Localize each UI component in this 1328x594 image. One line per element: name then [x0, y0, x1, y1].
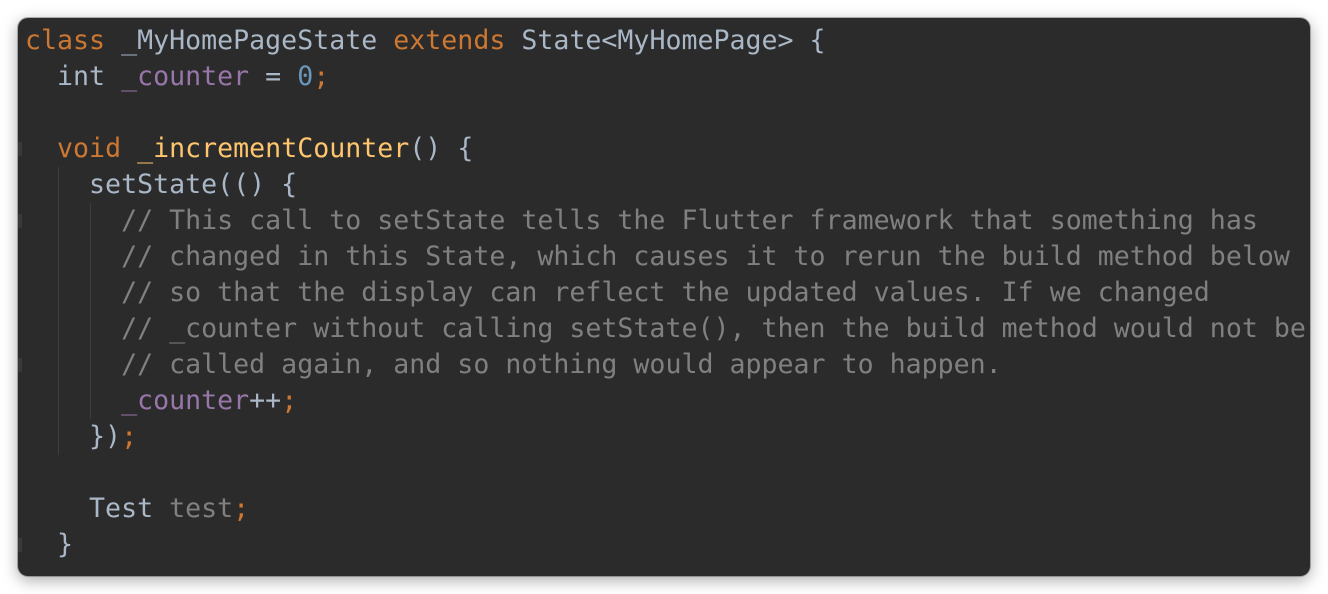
code-line[interactable]: }	[18, 527, 1310, 563]
indent-guide	[58, 275, 59, 311]
fold-marker-icon[interactable]	[18, 358, 22, 372]
code-line[interactable]	[25, 95, 1310, 131]
code-line[interactable]: int _counter = 0;	[25, 59, 1310, 95]
code-token: ;	[121, 421, 138, 452]
code-line[interactable]: });	[25, 419, 1310, 455]
indent-guide	[90, 203, 91, 239]
indent-guide	[58, 347, 59, 383]
code-line[interactable]: // called again, and so nothing would ap…	[18, 347, 1310, 383]
indent-guide	[90, 347, 91, 383]
code-token: ;	[281, 385, 298, 416]
fold-marker-icon[interactable]	[18, 214, 22, 228]
code-token: }	[25, 529, 74, 560]
code-line[interactable]: Test test;	[25, 491, 1310, 527]
code-token: })	[25, 421, 122, 452]
code-token: int	[25, 61, 122, 92]
code-token: ;	[313, 61, 330, 92]
code-token: =	[249, 61, 298, 92]
code-line[interactable]: setState(() {	[25, 167, 1310, 203]
code-token: test	[169, 493, 234, 524]
code-token: ++	[249, 385, 282, 416]
indent-guide	[90, 239, 91, 275]
code-token: _incrementCounter	[137, 133, 410, 164]
code-token: // called again, and so nothing would ap…	[121, 349, 1002, 380]
indent-guide	[58, 239, 59, 275]
code-line[interactable]: class _MyHomePageState extends State<MyH…	[25, 23, 1310, 59]
fold-marker-icon[interactable]	[18, 538, 22, 552]
indent-guide	[58, 383, 59, 419]
code-line[interactable]: // _counter without calling setState(), …	[25, 311, 1310, 347]
code-line[interactable]: void _incrementCounter() {	[18, 131, 1310, 167]
code-line[interactable]: _counter++;	[25, 383, 1310, 419]
indent-guide	[90, 275, 91, 311]
indent-guide	[90, 383, 91, 419]
code-token: _counter	[121, 61, 250, 92]
code-token: // This call to setState tells the Flutt…	[121, 205, 1258, 236]
code-token: State<MyHomePage> {	[505, 25, 826, 56]
code-token: // so that the display can reflect the u…	[121, 277, 1210, 308]
code-token: () {	[409, 133, 474, 164]
code-token: // _counter without calling setState(), …	[121, 313, 1306, 344]
code-line[interactable]: // so that the display can reflect the u…	[25, 275, 1310, 311]
code-line[interactable]: // This call to setState tells the Flutt…	[18, 203, 1310, 239]
indent-guide	[58, 167, 59, 203]
code-token: Test	[25, 493, 170, 524]
code-token: setState(() {	[25, 169, 298, 200]
fold-marker-icon[interactable]	[18, 142, 22, 156]
code-token: // changed in this State, which causes i…	[121, 241, 1290, 272]
code-token: ;	[233, 493, 250, 524]
code-token: _MyHomePageState	[105, 25, 394, 56]
indent-guide	[90, 311, 91, 347]
code-token: class	[25, 25, 106, 56]
indent-guide	[58, 203, 59, 239]
code-line[interactable]	[25, 455, 1310, 491]
code-token: void	[57, 133, 122, 164]
code-editor-window[interactable]: class _MyHomePageState extends State<MyH…	[18, 18, 1310, 576]
code-line[interactable]: // changed in this State, which causes i…	[25, 239, 1310, 275]
code-area[interactable]: class _MyHomePageState extends State<MyH…	[18, 23, 1310, 563]
code-token: _counter	[121, 385, 250, 416]
indent-guide	[58, 419, 59, 455]
indent-guide	[58, 311, 59, 347]
code-token: extends	[393, 25, 506, 56]
code-token: 0	[297, 61, 314, 92]
